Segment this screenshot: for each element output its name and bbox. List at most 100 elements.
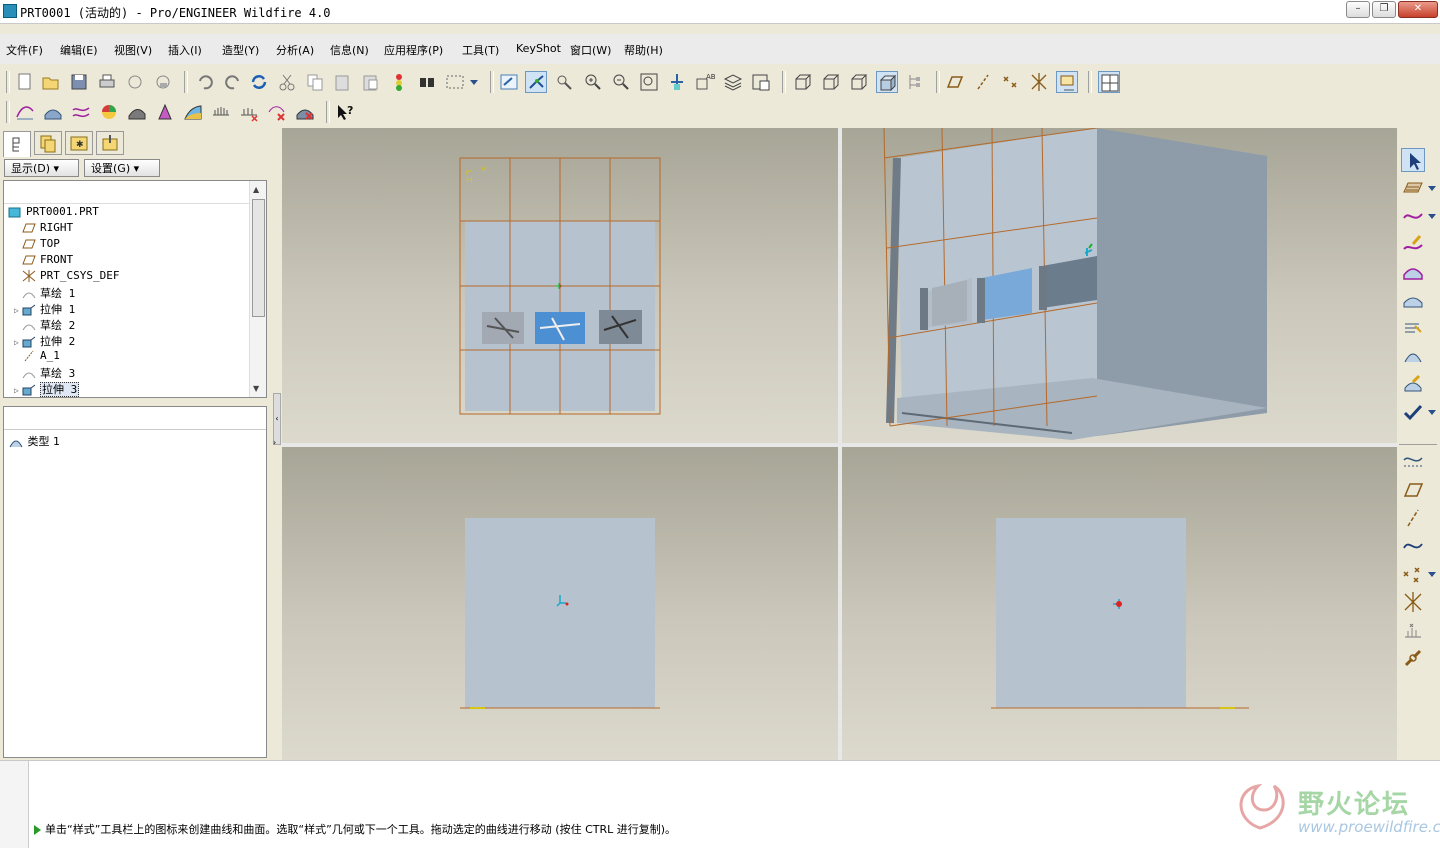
settings-tab[interactable] [96, 131, 124, 155]
zoom-out-icon[interactable] [610, 71, 632, 93]
model-tree-scrollbar[interactable]: ▲ ▼ [249, 181, 266, 397]
viewport-right[interactable] [842, 447, 1397, 760]
menu-view[interactable]: 视图(V) [114, 42, 152, 58]
menu-info[interactable]: 信息(N) [330, 42, 369, 58]
shading-icon[interactable] [876, 71, 898, 93]
expand-arrow-icon[interactable]: ▷ [14, 306, 22, 315]
viewport-3d[interactable] [842, 128, 1397, 443]
datum-point-icon[interactable] [1401, 562, 1425, 586]
expand-arrow-icon[interactable]: ▷ [14, 338, 22, 347]
analysis-feature-icon[interactable] [1401, 618, 1425, 642]
zoom-in-icon[interactable] [582, 71, 604, 93]
set-active-plane-icon[interactable] [1401, 176, 1425, 200]
select-box-icon[interactable] [444, 71, 466, 93]
select-dropdown-icon[interactable] [468, 71, 480, 93]
menu-edit[interactable]: 编辑(E) [60, 42, 98, 58]
new-icon[interactable] [14, 71, 36, 93]
datum-planes-icon[interactable] [944, 71, 966, 93]
slope-analysis-icon[interactable] [182, 101, 204, 123]
tree-item[interactable]: ▷ 拉伸 3 [14, 381, 80, 397]
curve-analysis-icon[interactable] [1401, 372, 1425, 396]
menu-analysis[interactable]: 分析(A) [276, 42, 314, 58]
surface-icon[interactable] [42, 101, 64, 123]
tree-item[interactable]: ▷ 拉伸 2 [14, 333, 75, 349]
datum-points-icon[interactable] [1000, 71, 1022, 93]
display-dropdown[interactable]: 显示(D) ▾ [4, 159, 79, 177]
trim-surface-icon[interactable] [1401, 288, 1425, 312]
send-mail-icon[interactable] [124, 71, 146, 93]
reorient-icon[interactable] [666, 71, 688, 93]
curve-dropdown-icon[interactable] [1428, 214, 1436, 219]
tree-item[interactable]: FRONT [14, 253, 73, 269]
tree-item[interactable]: A_1 [14, 349, 60, 365]
send-mail-attach-icon[interactable] [152, 71, 174, 93]
spin-center-icon[interactable] [525, 71, 547, 93]
menu-applications[interactable]: 应用程序(P) [384, 42, 443, 58]
boundary-surface-icon[interactable] [1401, 260, 1425, 284]
tree-item[interactable]: ▷ 拉伸 1 [14, 301, 75, 317]
print-icon[interactable] [96, 71, 118, 93]
favorites-tab[interactable]: ✱ [65, 131, 93, 155]
cut-icon[interactable] [276, 71, 298, 93]
redo-icon[interactable] [222, 71, 244, 93]
shade-analysis-icon[interactable] [126, 101, 148, 123]
menu-style[interactable]: 造型(Y) [222, 42, 259, 58]
datum-curve-icon[interactable] [1401, 534, 1425, 558]
datum-axes-icon[interactable] [972, 71, 994, 93]
delete-analysis-icon[interactable] [266, 101, 288, 123]
panel-splitter[interactable]: ‹ › [272, 128, 282, 760]
tree-item[interactable]: PRT_CSYS_DEF [14, 269, 119, 285]
orient-mode-icon[interactable] [554, 71, 576, 93]
curve-on-surface-icon[interactable] [70, 101, 92, 123]
plane-dropdown-icon[interactable] [1428, 186, 1436, 191]
paste-icon[interactable] [332, 71, 354, 93]
menu-tools[interactable]: 工具(T) [462, 42, 499, 58]
save-icon[interactable] [68, 71, 90, 93]
traffic-light-icon[interactable] [388, 71, 410, 93]
section-analysis-icon[interactable] [238, 101, 260, 123]
viewport-front[interactable]: H V [282, 128, 838, 443]
datum-point-dropdown-icon[interactable] [1428, 572, 1436, 577]
chain-link-icon[interactable] [1401, 646, 1425, 670]
datum-axis-icon[interactable] [1401, 506, 1425, 530]
copy-icon[interactable] [304, 71, 326, 93]
tree-item[interactable]: PRT0001.PRT [8, 205, 99, 221]
datum-plane-icon[interactable] [1401, 478, 1425, 502]
no-hidden-icon[interactable] [848, 71, 870, 93]
menu-help[interactable]: 帮助(H) [624, 42, 663, 58]
connect-icon[interactable] [1401, 344, 1425, 368]
style-tree-item[interactable]: 类型 1 [8, 433, 60, 449]
menu-window[interactable]: 窗口(W) [570, 42, 611, 58]
restore-button[interactable]: ❐ [1372, 1, 1396, 18]
reflection-analysis-icon[interactable] [98, 101, 120, 123]
create-curve-icon[interactable] [1401, 204, 1425, 228]
expand-arrow-icon[interactable]: ▷ [14, 386, 22, 395]
regenerate-icon[interactable] [248, 71, 270, 93]
datum-csys-icon[interactable] [1401, 590, 1425, 614]
menu-insert[interactable]: 插入(I) [168, 42, 202, 58]
curve-icon[interactable] [14, 101, 36, 123]
paste-special-icon[interactable] [360, 71, 382, 93]
close-button[interactable]: ✕ [1398, 1, 1438, 18]
scrollbar-thumb[interactable] [252, 199, 265, 317]
delete-all-analysis-icon[interactable] [294, 101, 316, 123]
settings-dropdown[interactable]: 设置(G) ▾ [84, 159, 160, 177]
viewport-top[interactable] [282, 447, 838, 760]
tree-item[interactable]: 草绘 3 [14, 365, 75, 381]
layers-tab[interactable] [34, 131, 62, 155]
menu-file[interactable]: 文件(F) [6, 42, 43, 58]
model-tree-tab[interactable] [3, 131, 31, 157]
saved-views-icon[interactable]: AB [694, 71, 716, 93]
done-check-icon[interactable] [1401, 400, 1425, 424]
wireframe-icon[interactable] [792, 71, 814, 93]
minimize-button[interactable]: – [1346, 1, 1370, 18]
select-arrow-icon[interactable] [1401, 148, 1425, 172]
annotations-icon[interactable] [1056, 71, 1078, 93]
model-tree-display-icon[interactable] [904, 71, 926, 93]
tree-item[interactable]: TOP [14, 237, 60, 253]
refit-icon[interactable] [638, 71, 660, 93]
open-icon[interactable] [40, 71, 62, 93]
repaint-icon[interactable] [498, 71, 520, 93]
curvature-analysis-icon[interactable] [210, 101, 232, 123]
multi-viewport-icon[interactable] [1098, 71, 1120, 93]
